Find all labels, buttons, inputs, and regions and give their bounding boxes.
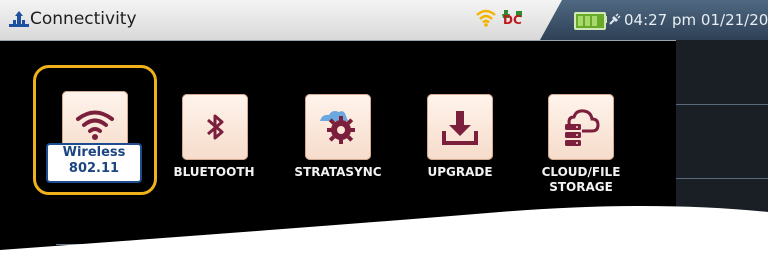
title-bar: Connectivity DC 04:27 pm 01/21/20 [0,0,768,41]
cloud-file-storage-tile[interactable] [548,94,614,160]
dc-power-icon: DC [500,8,526,30]
stratasync-tile[interactable] [305,94,371,160]
cloud-file-storage-label: CLOUD/FILE STORAGE [531,165,631,195]
selection-highlight [33,65,157,195]
download-icon [442,111,478,145]
connectivity-icon [9,11,29,27]
divider [676,178,768,179]
upgrade-label: UPGRADE [427,165,493,179]
divider [56,244,386,245]
connectivity-screen: Connectivity DC 04:27 pm 01/21/20 Wirele… [0,0,768,262]
cloud-storage-icon [565,109,600,146]
cloud-file-storage-label-line2: STORAGE [549,180,613,194]
bluetooth-icon [207,114,224,140]
clock: 04:27 pm 01/21/2023 [624,11,768,29]
divider [676,104,768,105]
page-title: Connectivity [30,9,137,29]
upgrade-tile[interactable] [427,94,493,160]
bluetooth-label: BLUETOOTH [173,165,255,179]
right-panel [676,40,768,262]
stratasync-label: STRATASYNC [294,165,382,179]
cloud-gear-icon [320,111,355,144]
battery-cap [604,16,607,23]
dc-label: DC [503,13,522,27]
cloud-file-storage-label-line1: CLOUD/FILE [541,165,621,179]
clock-time: 04:27 pm [624,11,697,29]
charging-plug-icon [609,13,621,25]
wifi-status-icon [476,9,496,27]
battery-icon [574,12,606,30]
clock-date: 01/21/2023 [700,11,768,29]
bluetooth-tile[interactable] [182,94,248,160]
